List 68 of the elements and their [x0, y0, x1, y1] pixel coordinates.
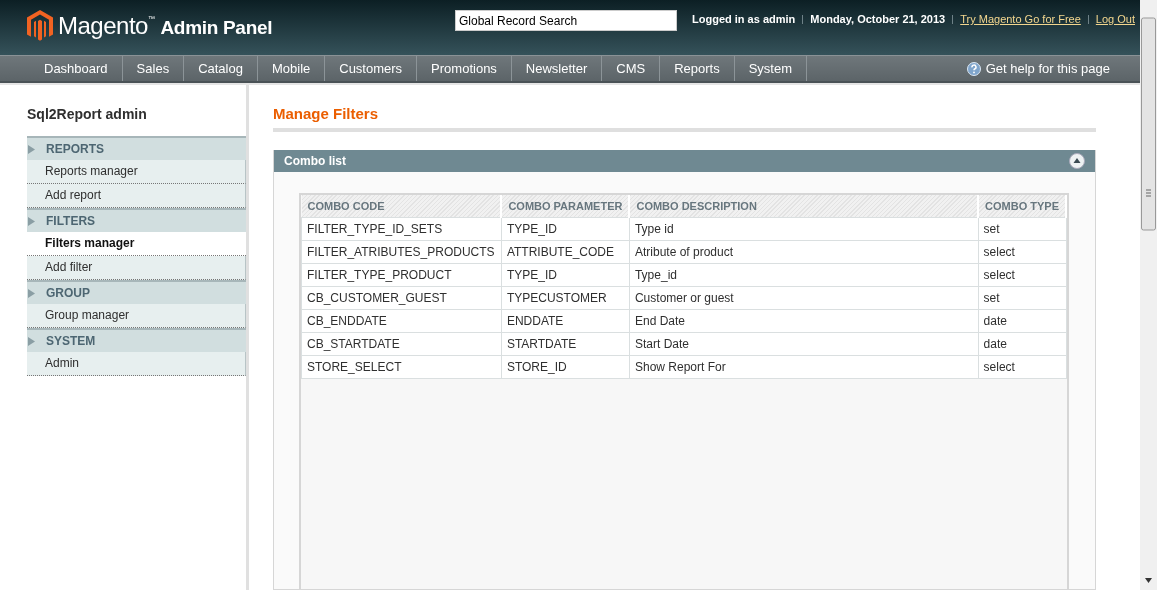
table-cell: CB_ENDDATE — [301, 309, 502, 333]
sidebar-title: Sql2Report admin — [27, 106, 148, 124]
column-header: COMBO TYPE — [978, 195, 1066, 218]
table-cell: ATTRIBUTE_CODE — [501, 240, 630, 264]
nav-item[interactable]: Reports — [660, 56, 735, 81]
scrollbar[interactable] — [1140, 0, 1157, 590]
sidebar-section[interactable]: REPORTS — [27, 136, 246, 160]
nav-item[interactable]: Mobile — [257, 56, 326, 81]
table-cell: TYPECUSTOMER — [501, 286, 630, 310]
collapse-icon[interactable] — [1069, 153, 1085, 169]
table-cell: Start Date — [629, 332, 979, 356]
section-title: SYSTEM — [46, 334, 96, 348]
triangle-icon — [28, 216, 35, 226]
header-link[interactable]: Log Out — [1095, 13, 1135, 25]
help-icon[interactable] — [966, 61, 981, 76]
section-title: REPORTS — [46, 142, 104, 156]
table-cell: TYPE_ID — [501, 263, 630, 287]
section-title: GROUP — [46, 286, 90, 300]
help-link[interactable]: Get help for this page — [985, 61, 1110, 76]
date-label: Monday, October 21, 2013 — [810, 13, 946, 25]
table-cell: Type id — [629, 217, 979, 241]
user-label: Logged in as admin — [692, 13, 796, 25]
table-cell: FILTER_ATRIBUTES_PRODUCTS — [301, 240, 502, 264]
table-cell: STORE_SELECT — [301, 355, 502, 379]
table-cell: Type_id — [629, 263, 979, 287]
nav-item[interactable]: Promotions — [417, 56, 512, 81]
panel-title: Combo list — [284, 154, 346, 168]
nav-item[interactable]: Sales — [122, 56, 185, 81]
sidebar-section[interactable]: SYSTEM — [27, 328, 246, 352]
sidebar-item[interactable]: Add filter — [27, 256, 246, 280]
sidebar-item[interactable]: Group manager — [27, 304, 246, 328]
table-cell: CB_STARTDATE — [301, 332, 502, 356]
table-cell: Atribute of product — [629, 240, 979, 264]
sidebar-item[interactable]: Add report — [27, 184, 246, 208]
sidebar-item[interactable]: Reports manager — [27, 160, 246, 184]
table-cell: set — [978, 217, 1066, 241]
section-title: FILTERS — [46, 214, 96, 228]
table-cell: TYPE_ID — [501, 217, 630, 241]
nav-item[interactable]: System — [734, 56, 808, 81]
table-cell: ENDDATE — [501, 309, 630, 333]
nav-item[interactable]: Newsletter — [511, 56, 603, 81]
column-header: COMBO DESCRIPTION — [629, 195, 979, 218]
page-title: Manage Filters — [273, 105, 1096, 132]
triangle-icon — [28, 288, 35, 298]
triangle-icon — [28, 144, 35, 154]
triangle-icon — [28, 336, 35, 346]
header-link[interactable]: Try Magento Go for Free — [960, 13, 1081, 25]
table-cell: STORE_ID — [501, 355, 630, 379]
table-cell: STARTDATE — [501, 332, 630, 356]
logo-icon — [27, 10, 53, 42]
table-cell: CB_CUSTOMER_GUEST — [301, 286, 502, 310]
nav-item[interactable]: Catalog — [184, 56, 258, 81]
app-title: Admin Panel — [160, 17, 273, 39]
logo-text: Magento$^{™}$ — [58, 12, 155, 40]
sidebar-section[interactable]: FILTERS — [27, 208, 246, 232]
column-header: COMBO CODE — [301, 195, 502, 218]
table-cell: End Date — [629, 309, 979, 333]
nav-item[interactable]: Dashboard — [30, 56, 123, 81]
table-cell: Customer or guest — [629, 286, 979, 310]
nav-item[interactable]: Customers — [325, 56, 418, 81]
table-cell: Show Report For — [629, 355, 979, 379]
table-cell: FILTER_TYPE_PRODUCT — [301, 263, 502, 287]
column-header: COMBO PARAMETER — [501, 195, 630, 218]
sidebar-item[interactable]: Admin — [27, 352, 246, 376]
search-field[interactable]: Global Record Search — [455, 10, 677, 31]
sidebar-section[interactable]: GROUP — [27, 280, 246, 304]
table-cell: FILTER_TYPE_ID_SETS — [301, 217, 502, 241]
nav-item[interactable]: CMS — [602, 56, 661, 81]
